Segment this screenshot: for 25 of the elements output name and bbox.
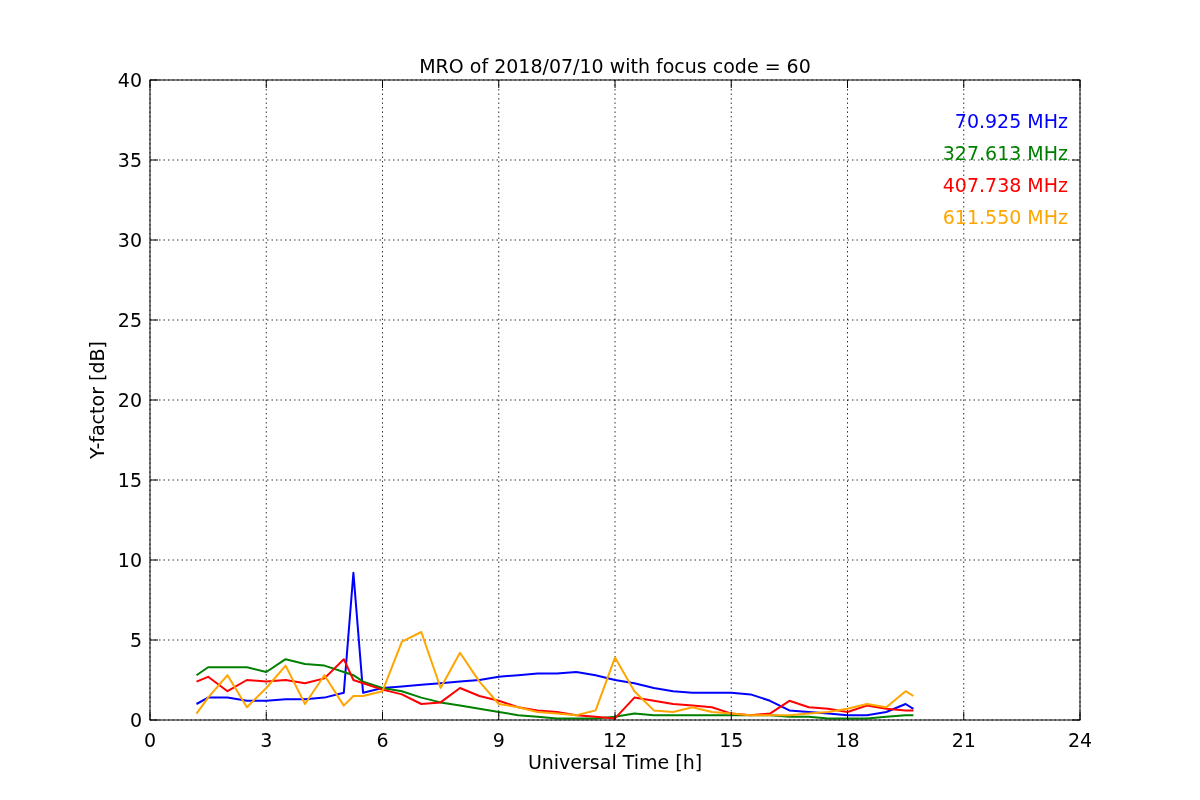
legend-label: 611.550 MHz bbox=[942, 206, 1068, 228]
tick-label: 40 bbox=[117, 69, 142, 91]
tick-label: 15 bbox=[117, 469, 142, 491]
legend-label: 70.925 MHz bbox=[954, 110, 1068, 132]
tick-label: 0 bbox=[129, 709, 142, 731]
tick-label: 21 bbox=[951, 729, 976, 751]
tick-label: 35 bbox=[117, 149, 142, 171]
tick-label: 0 bbox=[143, 729, 157, 751]
tick-label: 9 bbox=[492, 729, 505, 751]
x-axis-label: Universal Time [h] bbox=[527, 751, 703, 773]
tick-label: 18 bbox=[835, 729, 860, 751]
tick-label: 20 bbox=[117, 389, 142, 411]
tick-label: 24 bbox=[1067, 729, 1093, 751]
tick-label: 6 bbox=[376, 729, 389, 751]
tick-label: 5 bbox=[129, 629, 142, 651]
legend-label: 407.738 MHz bbox=[942, 174, 1068, 196]
legend-label: 327.613 MHz bbox=[942, 142, 1068, 164]
chart-title: MRO of 2018/07/10 with focus code = 60 bbox=[419, 55, 811, 77]
tick-label: 10 bbox=[117, 549, 142, 571]
tick-label: 25 bbox=[117, 309, 142, 331]
tick-label: 3 bbox=[260, 729, 273, 751]
tick-label: 15 bbox=[719, 729, 744, 751]
tick-label: 30 bbox=[117, 229, 142, 251]
tick-label: 12 bbox=[602, 729, 628, 751]
y-axis-label: Y-factor [dB] bbox=[86, 341, 108, 459]
